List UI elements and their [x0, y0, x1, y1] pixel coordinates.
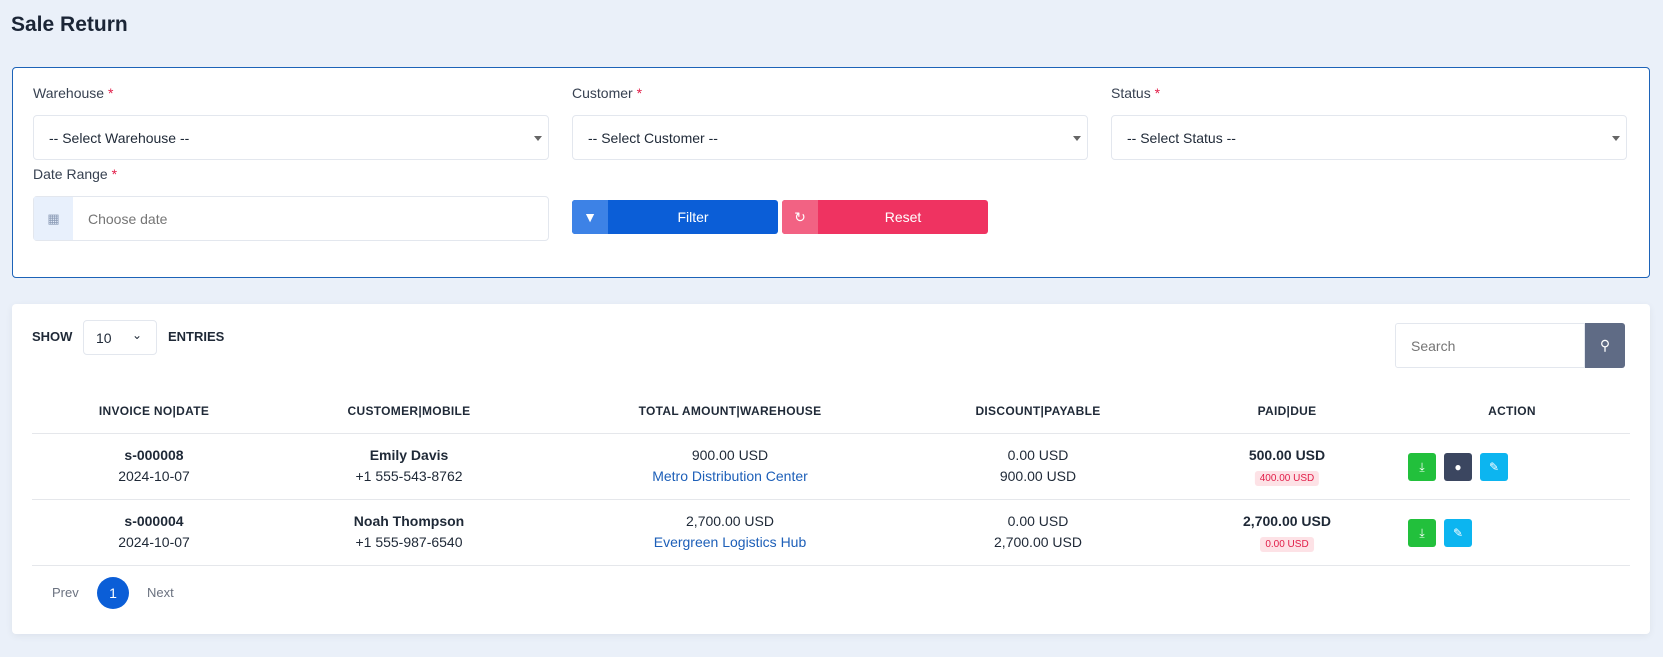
payable: 2,700.00 USD	[994, 534, 1082, 550]
invoice-no: s-000008	[124, 447, 184, 463]
filter-button[interactable]: ▼ Filter	[572, 200, 778, 234]
chevron-down-icon: ⌄	[131, 328, 142, 342]
col-paid: PAID|DUE	[1257, 404, 1317, 418]
customer-select[interactable]: -- Select Customer --	[572, 115, 1088, 160]
edit-button[interactable]: ✎	[1480, 453, 1508, 481]
download-icon: ⤓	[1419, 525, 1425, 540]
search-button[interactable]: ⚲	[1585, 323, 1625, 368]
calendar-icon: ▦	[34, 197, 73, 240]
warehouse-link[interactable]: Metro Distribution Center	[652, 466, 808, 487]
payable: 900.00 USD	[999, 468, 1077, 484]
filter-panel: Warehouse * -- Select Warehouse -- Custo…	[12, 67, 1650, 278]
download-button[interactable]: ⤓	[1408, 453, 1436, 481]
col-invoice: INVOICE NO|DATE	[98, 404, 210, 418]
customer-name: Emily Davis	[369, 447, 449, 463]
paid: 500.00 USD	[1248, 447, 1326, 463]
caret-down-icon	[534, 136, 542, 141]
entries-label: ENTRIES	[168, 329, 225, 344]
date-input[interactable]	[73, 210, 548, 227]
divider	[32, 565, 1630, 566]
total-amount: 900.00 USD	[691, 447, 769, 463]
funnel-icon: ▼	[572, 200, 608, 234]
entries-value: 10	[96, 329, 112, 346]
due-badge: 0.00 USD	[1260, 537, 1314, 552]
entries-select[interactable]: 10 ⌄	[83, 320, 157, 355]
edit-icon: ✎	[1452, 526, 1464, 540]
next-page[interactable]: Next	[147, 585, 174, 600]
refresh-icon: ↻	[782, 200, 818, 234]
page-1[interactable]: 1	[97, 577, 129, 609]
download-button[interactable]: ⤓	[1408, 519, 1436, 547]
col-total: TOTAL AMOUNT|WAREHOUSE	[638, 404, 822, 418]
reset-button[interactable]: ↻ Reset	[782, 200, 988, 234]
payment-button[interactable]: ●	[1444, 453, 1472, 481]
invoice-date: 2024-10-07	[118, 534, 190, 550]
download-icon: ⤓	[1419, 459, 1425, 474]
customer-mobile: +1 555-543-8762	[355, 468, 463, 484]
invoice-no: s-000004	[124, 513, 184, 529]
customer-label: Customer *	[572, 85, 643, 101]
status-label: Status *	[1111, 85, 1161, 101]
search-icon: ⚲	[1599, 337, 1611, 353]
status-select[interactable]: -- Select Status --	[1111, 115, 1627, 160]
search-input[interactable]	[1395, 323, 1585, 368]
warehouse-select[interactable]: -- Select Warehouse --	[33, 115, 549, 160]
date-range-label: Date Range *	[33, 166, 118, 182]
col-discount: DISCOUNT|PAYABLE	[975, 404, 1101, 418]
total-amount: 2,700.00 USD	[686, 513, 774, 529]
warehouse-link[interactable]: Evergreen Logistics Hub	[654, 532, 807, 553]
customer-mobile: +1 555-987-6540	[355, 534, 463, 550]
returns-table-panel: SHOW 10 ⌄ ENTRIES ⚲ INVOICE NO|DATE CUSTO…	[12, 304, 1650, 634]
date-range-input[interactable]: ▦	[33, 196, 549, 241]
customer-name: Noah Thompson	[353, 513, 465, 529]
due-badge: 400.00 USD	[1254, 471, 1320, 486]
divider	[32, 499, 1630, 500]
status-value: -- Select Status --	[1127, 129, 1236, 146]
col-customer: CUSTOMER|MOBILE	[347, 404, 471, 418]
warehouse-label: Warehouse *	[33, 85, 114, 101]
edit-button[interactable]: ✎	[1444, 519, 1472, 547]
page-title: Sale Return	[11, 13, 128, 36]
paid: 2,700.00 USD	[1243, 513, 1331, 529]
divider	[32, 433, 1630, 434]
prev-page[interactable]: Prev	[52, 585, 79, 600]
col-action: ACTION	[1488, 404, 1536, 418]
filter-label: Filter	[677, 209, 709, 225]
show-label: SHOW	[32, 329, 73, 344]
invoice-date: 2024-10-07	[118, 468, 190, 484]
warehouse-value: -- Select Warehouse --	[49, 129, 190, 146]
discount: 0.00 USD	[1007, 447, 1069, 463]
caret-down-icon	[1073, 136, 1081, 141]
customer-value: -- Select Customer --	[588, 129, 718, 146]
discount: 0.00 USD	[1007, 513, 1069, 529]
edit-icon: ✎	[1488, 460, 1500, 474]
dollar-icon: ●	[1454, 460, 1462, 474]
caret-down-icon	[1612, 136, 1620, 141]
reset-label: Reset	[884, 209, 922, 225]
